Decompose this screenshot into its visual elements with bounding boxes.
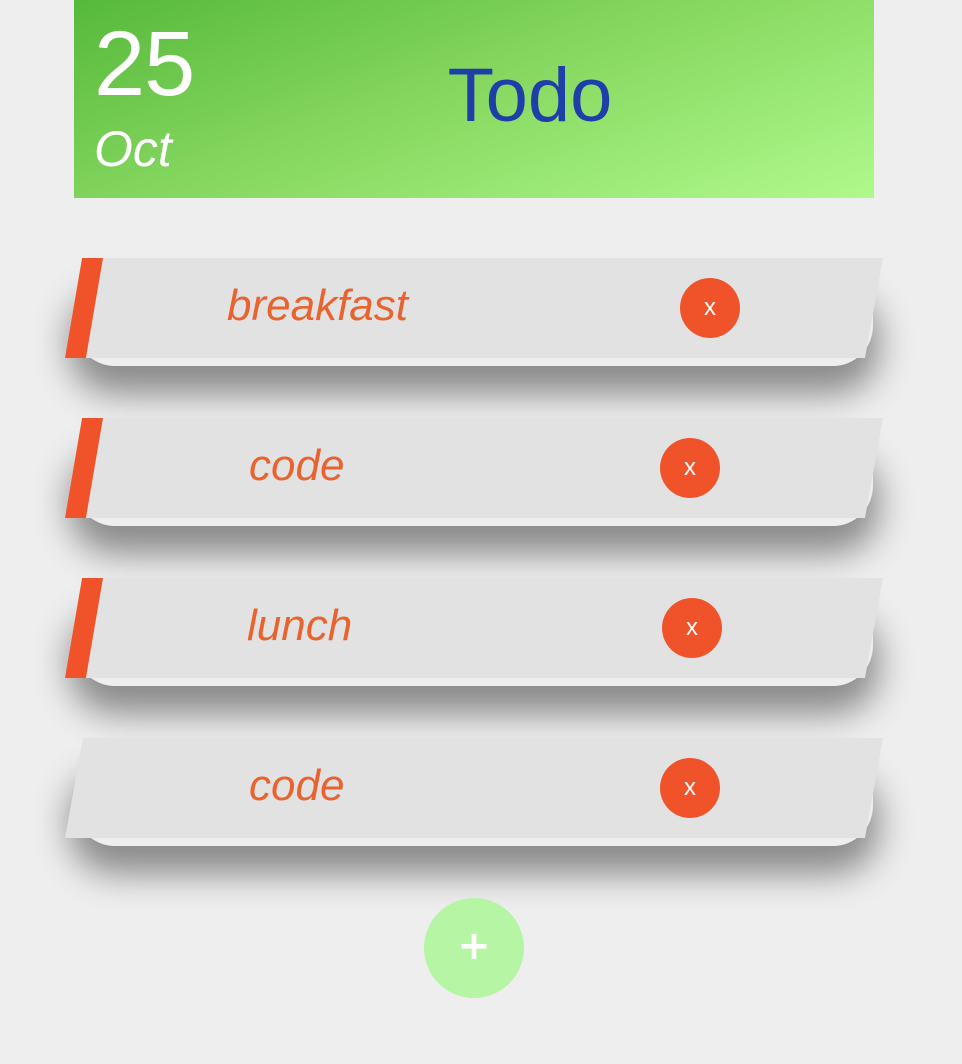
todo-item-label: lunch — [247, 601, 353, 650]
add-todo-button[interactable]: + — [424, 898, 524, 998]
todo-item-background — [65, 418, 883, 518]
todo-item-background — [65, 258, 883, 358]
delete-todo-button[interactable]: x — [660, 438, 720, 498]
todo-item-label: code — [249, 441, 345, 490]
todo-app: 25 Oct Todo breakfast x code x lunch x c… — [0, 0, 962, 1064]
todo-item-background — [65, 578, 883, 678]
todo-item: code x — [65, 738, 883, 838]
todo-item: breakfast x — [65, 258, 883, 358]
todo-item: code x — [65, 418, 883, 518]
delete-todo-button[interactable]: x — [660, 758, 720, 818]
todo-item-background — [65, 738, 883, 838]
todo-item-label: code — [249, 761, 345, 810]
todo-item: lunch x — [65, 578, 883, 678]
page-title: Todo — [447, 53, 613, 138]
delete-todo-button[interactable]: x — [680, 278, 740, 338]
todo-item-label: breakfast — [227, 281, 408, 330]
delete-todo-button[interactable]: x — [662, 598, 722, 658]
header: 25 Oct Todo — [74, 0, 874, 198]
